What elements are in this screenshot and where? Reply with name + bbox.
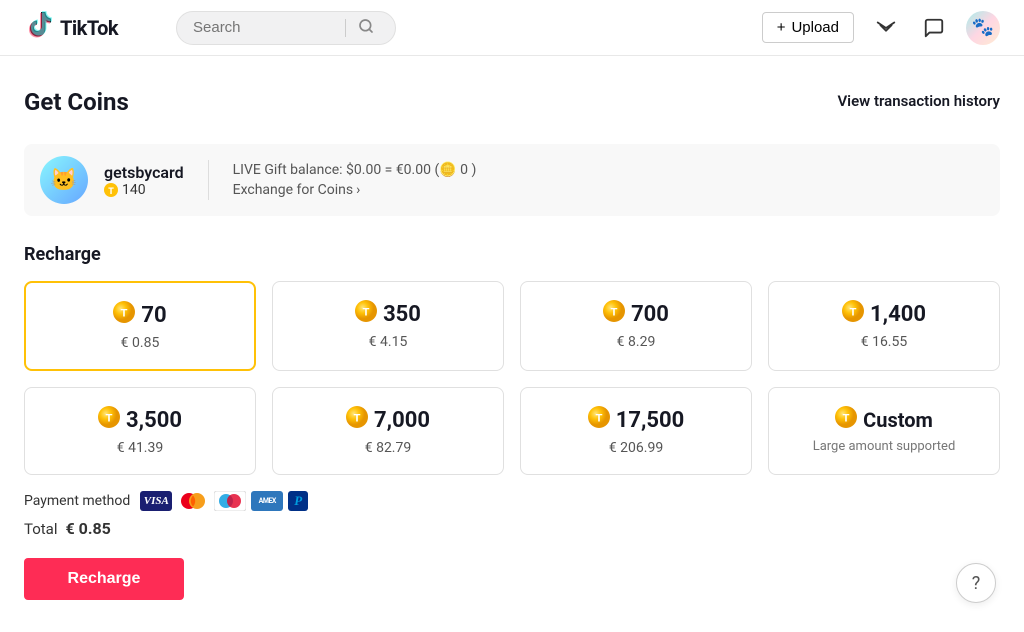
recharge-section-title: Recharge bbox=[24, 244, 1000, 265]
payment-method-row: Payment method VISA AMEX bbox=[24, 491, 1000, 511]
svg-text:T: T bbox=[595, 413, 602, 425]
coin-card-amount: T 1,400 bbox=[781, 300, 987, 328]
coin-amount-text: 350 bbox=[383, 302, 421, 327]
gift-info: LIVE Gift balance: $0.00 = €0.00 (🪙 0 ) … bbox=[233, 162, 477, 198]
coin-icon: T bbox=[355, 300, 377, 328]
coin-amount-text: 17,500 bbox=[616, 408, 685, 433]
inbox-icon[interactable] bbox=[870, 12, 902, 44]
coin-card-amount: T 70 bbox=[38, 301, 242, 329]
search-divider bbox=[345, 19, 346, 37]
coin-icon: T bbox=[346, 406, 368, 434]
coin-price: € 16.55 bbox=[781, 334, 987, 350]
coin-card[interactable]: T 1,400 € 16.55 bbox=[768, 281, 1000, 371]
user-name: getsbycard bbox=[104, 163, 184, 182]
search-input[interactable] bbox=[193, 19, 333, 36]
coin-card-amount: T 17,500 bbox=[533, 406, 739, 434]
main-content: Get Coins View transaction history 🐱 get… bbox=[0, 56, 1024, 632]
amex-icon: AMEX bbox=[251, 491, 283, 511]
svg-text:T: T bbox=[106, 413, 113, 425]
coin-amount-text: 1,400 bbox=[870, 302, 926, 327]
coin-card[interactable]: T 350 € 4.15 bbox=[272, 281, 504, 371]
tiktok-logo-icon bbox=[24, 9, 54, 46]
search-bar[interactable] bbox=[176, 11, 396, 45]
coin-card[interactable]: T 70 € 0.85 bbox=[24, 281, 256, 371]
coin-card-amount: T 7,000 bbox=[285, 406, 491, 434]
search-icon[interactable] bbox=[358, 18, 374, 38]
exchange-label: Exchange for Coins bbox=[233, 182, 353, 198]
coin-price: € 0.85 bbox=[38, 335, 242, 351]
total-label: Total bbox=[24, 520, 58, 538]
logo-text: TikTok bbox=[60, 16, 118, 40]
coin-card-amount: T 3,500 bbox=[37, 406, 243, 434]
coin-card[interactable]: T 17,500 € 206.99 bbox=[520, 387, 752, 475]
plus-icon: + bbox=[777, 19, 786, 36]
svg-text:T: T bbox=[611, 307, 618, 319]
coin-price: € 41.39 bbox=[37, 440, 243, 456]
svg-text:T: T bbox=[354, 413, 361, 425]
total-row: Total € 0.85 bbox=[24, 519, 1000, 538]
page-title: Get Coins bbox=[24, 88, 129, 116]
coin-icon: T bbox=[842, 300, 864, 328]
coin-amount-text: 700 bbox=[631, 302, 669, 327]
coin-card[interactable]: T Custom Large amount supported bbox=[768, 387, 1000, 475]
coin-icon: T bbox=[603, 300, 625, 328]
chevron-right-icon: › bbox=[356, 182, 360, 198]
coin-amount-text: Custom bbox=[863, 408, 933, 432]
svg-text:T: T bbox=[121, 308, 128, 320]
messages-icon[interactable] bbox=[918, 12, 950, 44]
svg-text:T: T bbox=[108, 187, 114, 197]
coin-icon: T bbox=[113, 301, 135, 329]
coin-price: € 4.15 bbox=[285, 334, 491, 350]
svg-text:T: T bbox=[850, 307, 857, 319]
coin-grid-row2: T 3,500 € 41.39 T 7,000 € 82.79 T 17,500 € 206.9… bbox=[24, 387, 1000, 475]
paypal-icon: P bbox=[288, 491, 308, 511]
coin-card[interactable]: T 7,000 € 82.79 bbox=[272, 387, 504, 475]
header-right: + Upload 🐾 bbox=[762, 11, 1000, 45]
view-history-link[interactable]: View transaction history bbox=[837, 88, 1000, 110]
user-divider bbox=[208, 160, 209, 200]
coin-card[interactable]: T 700 € 8.29 bbox=[520, 281, 752, 371]
svg-text:T: T bbox=[843, 413, 850, 425]
coin-card-amount: T Custom bbox=[781, 406, 987, 433]
recharge-button[interactable]: Recharge bbox=[24, 558, 184, 600]
upload-label: Upload bbox=[791, 19, 839, 36]
coin-amount-text: 70 bbox=[141, 303, 166, 328]
upload-button[interactable]: + Upload bbox=[762, 12, 854, 43]
help-icon: ? bbox=[972, 573, 981, 594]
coin-amount-text: 3,500 bbox=[126, 408, 182, 433]
coin-count: 140 bbox=[122, 182, 146, 198]
coin-amount-text: 7,000 bbox=[374, 408, 430, 433]
coin-price: € 82.79 bbox=[285, 440, 491, 456]
payment-icons: VISA AMEX P bbox=[140, 491, 308, 511]
user-bar: 🐱 getsbycard T 140 LIVE Gift balance: $0… bbox=[24, 144, 1000, 216]
svg-text:T: T bbox=[363, 307, 370, 319]
coin-icon: T bbox=[98, 406, 120, 434]
avatar[interactable]: 🐾 bbox=[966, 11, 1000, 45]
exchange-link[interactable]: Exchange for Coins › bbox=[233, 182, 477, 198]
coin-price: € 206.99 bbox=[533, 440, 739, 456]
coin-grid: T 70 € 0.85 T 350 € 4.15 T 700 € 8.29 T 1,400 € 16.… bbox=[24, 281, 1000, 371]
help-button[interactable]: ? bbox=[956, 563, 996, 603]
maestro-icon bbox=[214, 491, 246, 511]
mastercard-icon bbox=[177, 491, 209, 511]
gift-balance: LIVE Gift balance: $0.00 = €0.00 (🪙 0 ) bbox=[233, 162, 477, 178]
payment-label: Payment method bbox=[24, 493, 130, 509]
coin-price: € 8.29 bbox=[533, 334, 739, 350]
user-avatar: 🐱 bbox=[40, 156, 88, 204]
coin-card[interactable]: T 3,500 € 41.39 bbox=[24, 387, 256, 475]
page-header: Get Coins View transaction history bbox=[24, 88, 1000, 116]
visa-icon: VISA bbox=[140, 491, 172, 511]
user-coins: T 140 bbox=[104, 182, 184, 198]
coin-icon: T bbox=[835, 406, 857, 433]
coin-card-amount: T 350 bbox=[285, 300, 491, 328]
coin-price: Large amount supported bbox=[781, 439, 987, 454]
coin-icon: T bbox=[588, 406, 610, 434]
logo: TikTok bbox=[24, 9, 124, 46]
header: TikTok + Upload 🐾 bbox=[0, 0, 1024, 56]
user-info: getsbycard T 140 bbox=[104, 163, 184, 198]
total-amount: € 0.85 bbox=[66, 519, 111, 538]
coin-card-amount: T 700 bbox=[533, 300, 739, 328]
